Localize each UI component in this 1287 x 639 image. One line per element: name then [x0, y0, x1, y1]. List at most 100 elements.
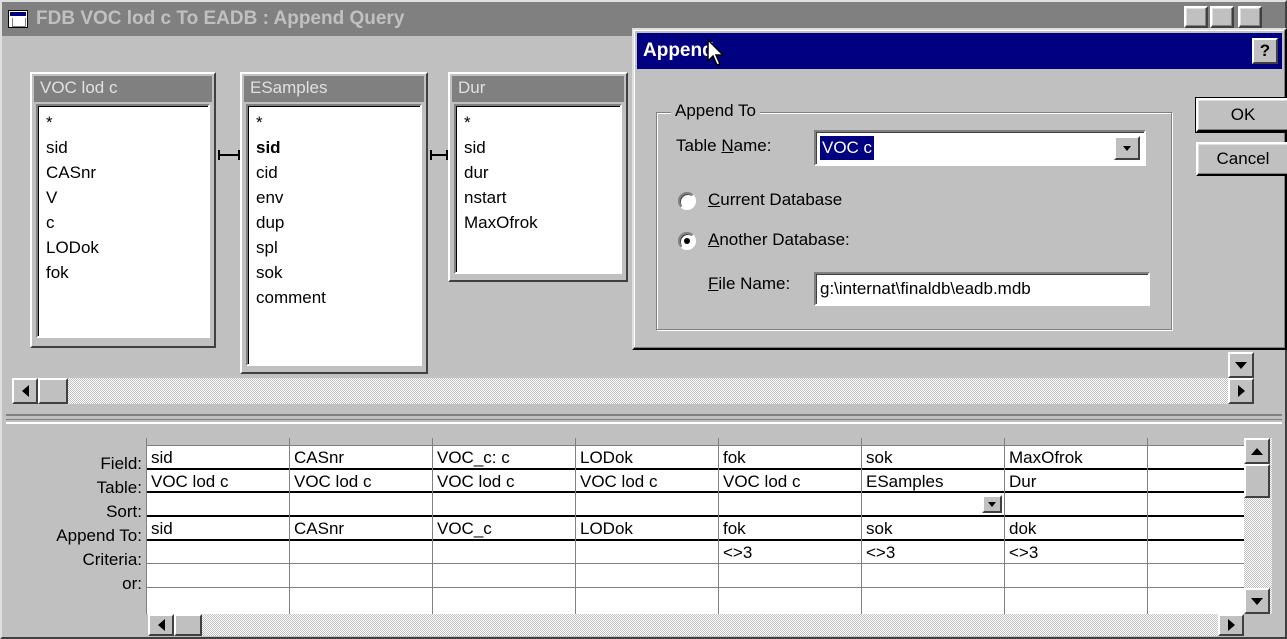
table-box-dur[interactable]: Dur * sid dur nstart MaxOfrok: [448, 72, 628, 282]
table-name-value[interactable]: VOC c: [820, 136, 875, 160]
field-item[interactable]: V: [46, 185, 200, 210]
sort-cell[interactable]: [576, 493, 718, 518]
criteria-cell[interactable]: [1148, 541, 1244, 565]
help-button[interactable]: ?: [1252, 38, 1278, 64]
criteria-cell[interactable]: [290, 541, 432, 565]
sort-dropdown-button[interactable]: [982, 495, 1002, 514]
table-cell[interactable]: VOC lod c: [719, 470, 861, 494]
field-cell[interactable]: CASnr: [290, 446, 432, 470]
grid-horizontal-scrollbar[interactable]: [202, 614, 1218, 636]
field-item[interactable]: spl: [256, 235, 412, 260]
grid-column[interactable]: sok ESamples sok <>3: [862, 438, 1005, 614]
horizontal-scrollbar[interactable]: [68, 378, 1228, 404]
field-cell[interactable]: [1148, 446, 1244, 470]
field-item[interactable]: LODok: [46, 235, 200, 260]
sort-cell[interactable]: [147, 493, 289, 518]
or-cell[interactable]: [719, 564, 861, 589]
join-line[interactable]: [430, 150, 448, 160]
append-to-cell[interactable]: dok: [1005, 517, 1147, 541]
field-item[interactable]: fok: [46, 260, 200, 285]
grid-column[interactable]: LODok VOC lod c LODok: [576, 438, 719, 614]
append-to-cell[interactable]: sok: [862, 517, 1004, 541]
column-selector[interactable]: [1148, 438, 1244, 446]
column-selector[interactable]: [290, 438, 432, 446]
field-item[interactable]: cid: [256, 160, 412, 185]
table-cell[interactable]: VOC lod c: [147, 470, 289, 494]
scroll-right-button[interactable]: [1228, 378, 1254, 404]
or-cell[interactable]: [862, 564, 1004, 589]
append-to-cell[interactable]: CASnr: [290, 517, 432, 541]
field-cell[interactable]: VOC_c: c: [433, 446, 575, 470]
ok-button[interactable]: OK: [1195, 97, 1287, 133]
table-cell[interactable]: VOC lod c: [290, 470, 432, 494]
grid-scroll-left-button[interactable]: [148, 614, 174, 636]
table-box-esamples[interactable]: ESamples * sid cid env dup spl sok comme…: [240, 72, 428, 374]
field-item[interactable]: sid: [46, 135, 200, 160]
field-item[interactable]: *: [256, 110, 412, 135]
criteria-cell[interactable]: <>3: [1005, 541, 1147, 565]
another-database-label[interactable]: Another Database:: [708, 230, 850, 250]
dialog-title-bar[interactable]: Append ?: [637, 33, 1282, 69]
column-selector[interactable]: [1005, 438, 1147, 446]
column-selector[interactable]: [433, 438, 575, 446]
append-to-cell[interactable]: VOC_c: [433, 517, 575, 541]
or-cell[interactable]: [290, 564, 432, 589]
pane-splitter[interactable]: [6, 414, 1282, 424]
table-name-dropdown-button[interactable]: [1114, 136, 1140, 160]
field-item[interactable]: comment: [256, 285, 412, 310]
field-item[interactable]: sid: [464, 135, 612, 160]
table-box-title[interactable]: VOC lod c: [34, 76, 212, 102]
grid-column[interactable]: MaxOfrok Dur dok <>3: [1005, 438, 1148, 614]
field-item[interactable]: dur: [464, 160, 612, 185]
another-database-radio[interactable]: [678, 232, 696, 250]
grid-column[interactable]: sid VOC lod c sid: [147, 438, 290, 614]
field-cell[interactable]: sok: [862, 446, 1004, 470]
table-box-voc-lod-c[interactable]: VOC lod c * sid CASnr V c LODok fok: [30, 72, 216, 348]
sort-cell[interactable]: [1148, 493, 1244, 518]
grid-scroll-up-button[interactable]: [1244, 438, 1270, 464]
grid-scroll-right-button[interactable]: [1218, 614, 1244, 636]
or-cell[interactable]: [433, 564, 575, 589]
append-to-cell[interactable]: sid: [147, 517, 289, 541]
sort-cell[interactable]: [1005, 493, 1147, 518]
grid-scroll-thumb[interactable]: [1244, 464, 1270, 498]
close-button[interactable]: [1238, 6, 1262, 28]
field-item[interactable]: c: [46, 210, 200, 235]
file-name-input[interactable]: g:\internat\finaldb\eadb.mdb: [814, 272, 1150, 306]
or-cell[interactable]: [1148, 564, 1244, 589]
criteria-cell[interactable]: <>3: [719, 541, 861, 565]
column-selector[interactable]: [719, 438, 861, 446]
column-selector[interactable]: [147, 438, 289, 446]
table-cell[interactable]: VOC lod c: [576, 470, 718, 494]
criteria-cell[interactable]: <>3: [862, 541, 1004, 565]
field-item[interactable]: *: [464, 110, 612, 135]
app-icon[interactable]: [8, 10, 28, 28]
field-item[interactable]: dup: [256, 210, 412, 235]
field-cell[interactable]: fok: [719, 446, 861, 470]
criteria-cell[interactable]: [147, 541, 289, 565]
scroll-down-button[interactable]: [1228, 352, 1254, 378]
field-item[interactable]: MaxOfrok: [464, 210, 612, 235]
append-to-cell[interactable]: LODok: [576, 517, 718, 541]
column-selector[interactable]: [576, 438, 718, 446]
sort-cell[interactable]: [433, 493, 575, 518]
table-cell[interactable]: Dur: [1005, 470, 1147, 494]
append-to-cell[interactable]: fok: [719, 517, 861, 541]
field-item[interactable]: sok: [256, 260, 412, 285]
field-item[interactable]: *: [46, 110, 200, 135]
sort-cell[interactable]: [862, 493, 1004, 518]
sort-cell[interactable]: [290, 493, 432, 518]
column-selector[interactable]: [862, 438, 1004, 446]
minimize-button[interactable]: [1184, 6, 1208, 28]
table-cell[interactable]: VOC lod c: [433, 470, 575, 494]
maximize-button[interactable]: [1210, 6, 1234, 28]
grid-hscroll-thumb[interactable]: [174, 614, 202, 636]
or-cell[interactable]: [1005, 564, 1147, 589]
append-to-cell[interactable]: [1148, 517, 1244, 541]
field-list[interactable]: * sid dur nstart MaxOfrok: [454, 104, 622, 274]
grid-column[interactable]: [1148, 438, 1244, 614]
field-list[interactable]: * sid cid env dup spl sok comment: [246, 104, 422, 366]
or-cell[interactable]: [576, 564, 718, 589]
table-cell[interactable]: ESamples: [862, 470, 1004, 494]
table-cell[interactable]: [1148, 470, 1244, 494]
